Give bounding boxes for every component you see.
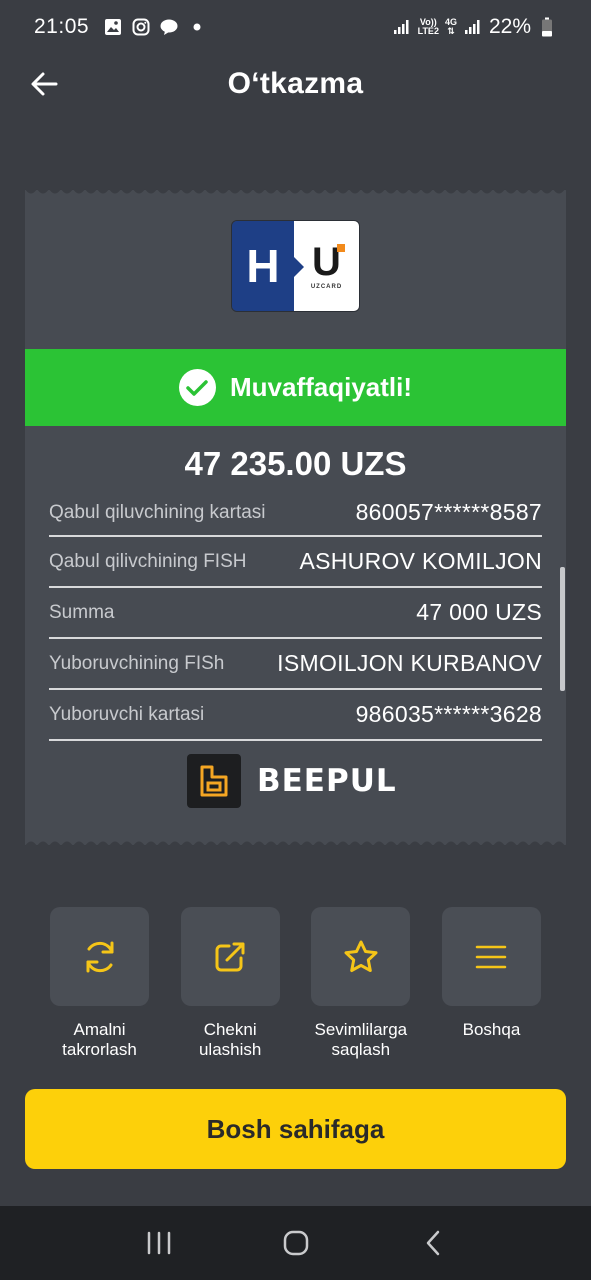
detail-value: 860057******8587 — [355, 499, 542, 525]
total-amount: 47 235.00 UZS — [184, 445, 407, 482]
action-tile[interactable] — [441, 907, 541, 1006]
detail-row-receiver-card: Qabul qiluvchining kartasi 860057******8… — [49, 490, 542, 537]
notification-dot-icon — [187, 17, 207, 37]
action-tile[interactable] — [50, 907, 149, 1006]
check-circle-icon — [178, 369, 216, 406]
system-nav-bar — [0, 1206, 591, 1280]
repeat-action-button[interactable]: Amalni takrorlash — [50, 907, 149, 1060]
humo-uzcard-logo: H U UZCARD — [231, 220, 360, 312]
action-label: Chekni ulashish — [198, 1020, 262, 1059]
action-label: Amalni takrorlash — [62, 1020, 137, 1059]
page-title: O‘tkazma — [227, 67, 364, 100]
back-nav-button[interactable] — [403, 1213, 463, 1273]
detail-value: 986035******3628 — [355, 701, 542, 727]
detail-label: Yuboruvchi kartasi — [49, 703, 205, 725]
share-icon — [215, 942, 245, 971]
detail-label: Summa — [49, 601, 115, 623]
detail-value: ASHUROV KOMILJON — [299, 548, 542, 574]
detail-row-sender-name: Yuboruvchining FISh ISMOILJON KURBANOV — [49, 639, 542, 690]
refresh-icon — [86, 941, 113, 972]
status-time: 21:05 — [34, 15, 90, 38]
battery-percent: 22% — [488, 15, 531, 38]
scrollbar[interactable] — [560, 567, 565, 691]
detail-label: Qabul qilivchining FISH — [49, 550, 247, 572]
beepul-provider: BEEPUL — [187, 754, 397, 808]
star-icon — [344, 940, 378, 972]
network-indicator: 4G ⇅ — [444, 17, 457, 36]
receipt-bottom-edge — [25, 841, 566, 846]
signal-icon-2 — [463, 17, 483, 37]
status-left: 21:05 — [34, 15, 207, 39]
arrow-left-icon — [31, 72, 58, 96]
details-list: Qabul qiluvchining kartasi 860057******8… — [49, 490, 542, 741]
humo-logo: H — [232, 221, 304, 311]
menu-icon — [476, 945, 507, 968]
volte-indicator: Vo)) LTE2 — [417, 17, 439, 36]
beepul-logo-icon — [187, 754, 241, 808]
receipt-top-edge — [25, 189, 566, 194]
gallery-icon — [103, 17, 123, 37]
actions-row: Amalni takrorlash Chekni ulashish Seviml… — [50, 907, 541, 1060]
success-text: Muvaffaqiyatli! — [229, 372, 413, 402]
action-tile[interactable] — [311, 907, 411, 1006]
data-arrows-icon: ⇅ — [447, 26, 455, 36]
home-circle-icon — [283, 1230, 308, 1256]
signal-icon — [392, 17, 412, 37]
action-label: Boshqa — [462, 1020, 521, 1039]
detail-row-receiver-name: Qabul qilivchining FISH ASHUROV KOMILJON — [49, 537, 542, 588]
success-banner: Muvaffaqiyatli! — [25, 349, 566, 426]
receipt-card: H U UZCARD Muvaffaqiyatli! 47 235.00 UZS… — [25, 189, 566, 846]
recent-apps-icon — [147, 1231, 170, 1255]
recent-apps-button[interactable] — [129, 1213, 189, 1273]
detail-row-amount: Summa 47 000 UZS — [49, 588, 542, 639]
back-button[interactable] — [26, 66, 62, 102]
home-page-button[interactable]: Bosh sahifaga — [25, 1089, 566, 1169]
save-favorites-button[interactable]: Sevimlilarga saqlash — [311, 907, 411, 1060]
detail-value: ISMOILJON KURBANOV — [277, 650, 542, 676]
detail-label: Qabul qiluvchining kartasi — [49, 501, 266, 523]
status-bar: 21:05 Vo)) LTE2 4G ⇅ 22% — [0, 0, 591, 54]
share-receipt-button[interactable]: Chekni ulashish — [180, 907, 280, 1060]
battery-icon — [537, 17, 557, 37]
more-button[interactable]: Boshqa — [441, 907, 541, 1060]
detail-row-sender-card: Yuboruvchi kartasi 986035******3628 — [49, 690, 542, 741]
chat-icon — [159, 17, 179, 37]
instagram-icon — [131, 17, 151, 37]
action-tile[interactable] — [180, 907, 280, 1006]
detail-value: 47 000 UZS — [416, 599, 542, 625]
home-nav-button[interactable] — [266, 1213, 326, 1273]
beepul-name: BEEPUL — [257, 763, 397, 799]
detail-label: Yuboruvchining FISh — [49, 652, 225, 674]
action-label: Sevimlilarga saqlash — [314, 1020, 408, 1059]
header: O‘tkazma — [0, 54, 591, 114]
chevron-left-icon — [426, 1230, 439, 1256]
status-right: Vo)) LTE2 4G ⇅ 22% — [392, 15, 557, 39]
